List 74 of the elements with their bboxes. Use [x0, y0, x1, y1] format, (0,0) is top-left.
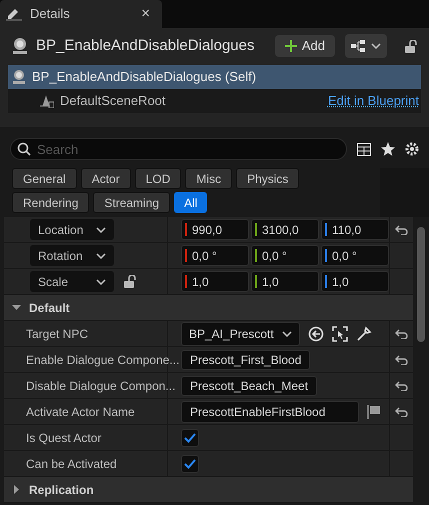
chevron-down-icon	[371, 43, 381, 49]
number-field[interactable]: 1,0	[321, 271, 389, 292]
property-label: Disable Dialogue Compon...	[26, 378, 176, 394]
component-row[interactable]: BP_EnableAndDisableDialogues (Self)	[8, 65, 421, 89]
filter-tab[interactable]: General	[12, 168, 77, 189]
flag-icon[interactable]	[367, 404, 381, 418]
plus-icon	[284, 40, 297, 52]
star-icon[interactable]	[381, 142, 395, 156]
transform-dropdown[interactable]: Rotation	[30, 245, 114, 266]
property-label: Activate Actor Name	[26, 404, 135, 420]
search-icon	[17, 142, 31, 156]
reset-icon[interactable]	[394, 380, 408, 390]
number-field[interactable]: 0,0 °	[321, 245, 389, 266]
filter-tab[interactable]: Misc	[185, 168, 232, 189]
filter-tab[interactable]: All	[174, 192, 208, 213]
details-tab[interactable]: Details ×	[0, 0, 162, 28]
pencil-icon	[6, 7, 22, 21]
transform-dropdown[interactable]: Scale	[30, 271, 114, 292]
text-field[interactable]: Prescott_First_Blood	[181, 350, 310, 370]
use-selected-icon[interactable]	[308, 326, 324, 342]
filter-tab[interactable]: Physics	[236, 168, 300, 189]
add-button[interactable]: Add	[274, 35, 335, 57]
filter-tab[interactable]: Actor	[80, 168, 131, 189]
chevron-down-icon	[96, 252, 106, 258]
actor-icon	[12, 69, 26, 85]
padlock-icon[interactable]	[124, 275, 136, 288]
number-field[interactable]: 990,0	[181, 219, 249, 240]
component-row[interactable]: DefaultSceneRoot Edit in Blueprint	[8, 89, 421, 113]
select-actor-icon[interactable]	[332, 326, 348, 342]
text-field[interactable]: Prescott_Beach_Meet	[181, 376, 318, 396]
collapsed-arrow-icon	[12, 485, 21, 494]
chevron-down-icon	[96, 226, 106, 232]
filter-tab[interactable]: LOD	[134, 168, 182, 189]
reset-icon[interactable]	[394, 406, 408, 416]
edit-link[interactable]: Edit in Blueprint	[328, 91, 419, 111]
filter-tab[interactable]: Streaming	[93, 192, 170, 213]
object-dropdown[interactable]: BP_AI_Prescott	[181, 322, 300, 346]
reset-icon[interactable]	[394, 328, 408, 338]
property-label: Can be Activated	[26, 456, 117, 472]
expanded-arrow-icon	[12, 303, 21, 312]
search-field[interactable]: Search	[10, 138, 347, 160]
actor-icon	[12, 37, 28, 55]
text-field[interactable]: PrescottEnableFirstBlood	[181, 400, 359, 422]
property-label: Is Quest Actor	[26, 430, 102, 446]
close-button[interactable]: ×	[141, 2, 156, 26]
number-field[interactable]: 0,0 °	[251, 245, 319, 266]
checkmark-icon	[184, 432, 196, 442]
tab-title: Details	[30, 5, 71, 24]
section-header[interactable]: Default	[4, 295, 413, 321]
checkmark-icon	[184, 458, 196, 468]
number-field[interactable]: 110,0	[321, 219, 389, 240]
number-field[interactable]: 1,0	[181, 271, 249, 292]
hierarchy-dropdown[interactable]	[345, 34, 387, 58]
checkbox[interactable]	[181, 454, 199, 472]
number-field[interactable]: 0,0 °	[181, 245, 249, 266]
chevron-down-icon	[282, 330, 292, 336]
chevron-down-icon	[96, 278, 106, 284]
property-label: Enable Dialogue Compone...	[26, 352, 180, 368]
section-header[interactable]: Replication	[4, 477, 413, 503]
number-field[interactable]: 1,0	[251, 271, 319, 292]
settings-icon[interactable]	[405, 142, 419, 156]
reset-icon[interactable]	[394, 354, 408, 364]
actor-name: BP_EnableAndDisableDialogues	[36, 36, 256, 56]
scene-root-icon	[40, 94, 54, 108]
hierarchy-icon	[351, 40, 365, 52]
checkbox[interactable]	[181, 428, 199, 446]
transform-dropdown[interactable]: Location	[30, 219, 114, 240]
number-field[interactable]: 3100,0	[251, 219, 319, 240]
filter-tab[interactable]: Rendering	[12, 192, 90, 213]
padlock-icon[interactable]	[405, 40, 417, 52]
property-label: Target NPC	[26, 326, 88, 342]
eyedropper-icon[interactable]	[356, 326, 372, 342]
reset-icon[interactable]	[394, 224, 408, 234]
table-view-icon[interactable]	[357, 142, 371, 156]
